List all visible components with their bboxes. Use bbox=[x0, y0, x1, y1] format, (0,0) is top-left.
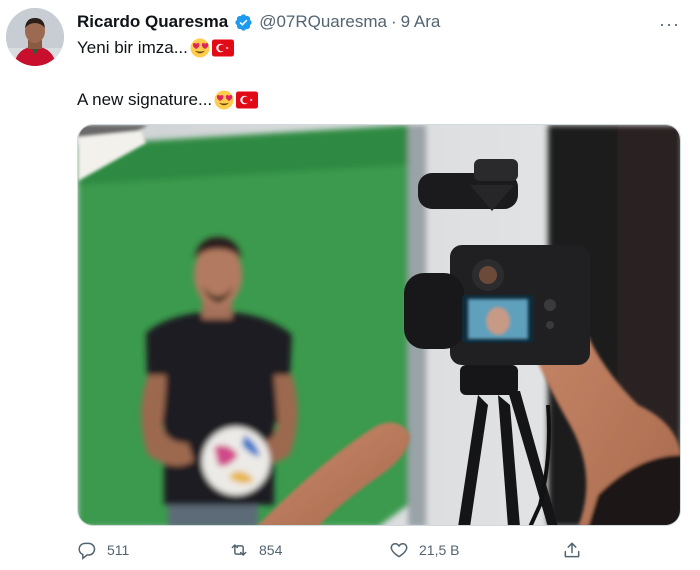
tweet-text: Yeni bir imza... A new signature... bbox=[77, 36, 657, 112]
share-button[interactable] bbox=[562, 540, 582, 560]
tweet-text-line-2: A new signature... bbox=[77, 88, 657, 112]
turkey-flag-icon bbox=[236, 91, 259, 109]
verified-badge-icon bbox=[235, 13, 252, 31]
tweet-photo[interactable] bbox=[77, 124, 681, 526]
share-icon bbox=[564, 542, 580, 558]
avatar-image bbox=[6, 8, 64, 66]
tweet-header: Ricardo Quaresma @07RQuaresma · 9 Ara bbox=[77, 12, 440, 32]
heart-icon bbox=[390, 542, 408, 558]
tweet-text-line-1-content: Yeni bir imza... bbox=[77, 38, 188, 57]
reply-button[interactable]: 511 bbox=[77, 540, 129, 560]
author-avatar[interactable] bbox=[6, 8, 64, 66]
tweet-date[interactable]: 9 Ara bbox=[401, 12, 441, 32]
retweet-icon bbox=[231, 544, 247, 556]
like-count: 21,5 B bbox=[419, 542, 460, 558]
tweet-text-line-2-content: A new signature... bbox=[77, 90, 213, 109]
author-handle[interactable]: @07RQuaresma bbox=[259, 12, 387, 32]
separator-dot: · bbox=[391, 12, 397, 31]
more-options-icon[interactable]: ··· bbox=[659, 14, 680, 35]
turkey-flag-icon bbox=[211, 39, 234, 57]
author-name[interactable]: Ricardo Quaresma bbox=[77, 12, 228, 32]
reply-icon bbox=[78, 542, 96, 560]
retweet-count: 854 bbox=[259, 542, 283, 558]
retweet-button[interactable]: 854 bbox=[229, 540, 282, 560]
like-button[interactable]: 21,5 B bbox=[389, 540, 459, 560]
reply-count: 511 bbox=[107, 542, 130, 558]
heart-eyes-emoji-icon bbox=[190, 38, 210, 58]
photo-image bbox=[78, 125, 680, 525]
tweet-text-line-1: Yeni bir imza... bbox=[77, 36, 657, 60]
tweet-actions: 511 854 21,5 B bbox=[77, 540, 597, 568]
heart-eyes-emoji-icon bbox=[214, 90, 234, 110]
